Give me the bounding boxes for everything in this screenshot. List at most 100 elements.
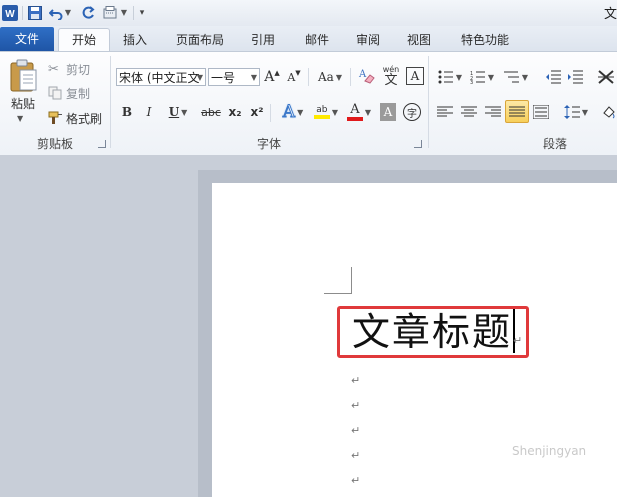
- watermark-text: Shenjingyan: [512, 444, 587, 458]
- tab-references[interactable]: 引用: [242, 30, 284, 50]
- tab-mailings[interactable]: 邮件: [296, 30, 338, 50]
- word-logo-icon[interactable]: W: [2, 4, 18, 21]
- bullets-button[interactable]: ▼: [436, 67, 464, 87]
- ribbon-home: 粘贴 ▼ ✂ 剪切 复制 格式刷 剪贴板 宋体 (中文正文 ▼ 一号 ▼ A ▲ …: [0, 51, 617, 156]
- increase-indent-icon[interactable]: [566, 67, 584, 87]
- redo-icon[interactable]: [80, 4, 96, 21]
- subscript-button[interactable]: x₂: [226, 102, 244, 122]
- font-color-button[interactable]: A ▼: [344, 101, 374, 123]
- tab-view[interactable]: 视图: [398, 30, 440, 50]
- italic-button[interactable]: I: [140, 102, 158, 122]
- qa-divider: [133, 6, 134, 20]
- character-border-button[interactable]: A: [406, 67, 424, 85]
- multilevel-list-button[interactable]: ▼: [502, 67, 530, 87]
- svg-text:3: 3: [470, 80, 473, 84]
- font-name-value: 宋体 (中文正文: [119, 71, 200, 85]
- numbering-button[interactable]: 123 ▼: [468, 67, 496, 87]
- shrink-font-icon: A: [287, 70, 296, 84]
- tab-home[interactable]: 开始: [58, 28, 110, 51]
- numbering-icon: 123: [470, 71, 485, 84]
- strikethrough-button[interactable]: abc: [198, 102, 224, 122]
- chevron-down-icon: ▼: [196, 73, 203, 82]
- undo-icon: [49, 8, 63, 20]
- shrink-font-button[interactable]: A ▼: [286, 67, 302, 87]
- paragraph-mark: ↵: [351, 374, 361, 387]
- highlighter-icon: ab: [313, 105, 330, 119]
- character-border-icon: A: [410, 69, 420, 83]
- format-painter-label: 格式刷: [66, 111, 103, 126]
- divider: [270, 104, 271, 122]
- format-painter-button[interactable]: 格式刷: [48, 109, 102, 127]
- bullets-icon: [438, 70, 453, 84]
- paste-icon[interactable]: [4, 56, 42, 96]
- paragraph-mark: ↵: [351, 474, 361, 487]
- scissors-icon: ✂: [48, 61, 59, 77]
- copy-icon: [48, 86, 64, 100]
- underline-button[interactable]: U ▼: [164, 102, 192, 122]
- paragraph-group-label: 段落: [542, 137, 567, 151]
- superscript-button[interactable]: x²: [248, 102, 266, 122]
- phonetic-guide-icon: 文: [384, 72, 398, 88]
- save-icon[interactable]: [27, 4, 43, 21]
- group-separator: [428, 56, 429, 148]
- tab-insert[interactable]: 插入: [114, 30, 156, 50]
- group-separator: [110, 56, 111, 148]
- change-case-button[interactable]: Aa ▼: [316, 67, 344, 87]
- align-center-icon[interactable]: [460, 102, 478, 122]
- decrease-indent-icon[interactable]: [544, 67, 562, 87]
- copy-button[interactable]: 复制: [48, 84, 90, 102]
- multilevel-list-icon: [503, 71, 519, 83]
- clipboard-dialog-launcher-icon[interactable]: [98, 140, 106, 148]
- tab-file[interactable]: 文件: [0, 27, 54, 51]
- line-spacing-button[interactable]: ▼: [562, 102, 590, 122]
- highlight-annotation-box: [337, 306, 529, 358]
- align-left-icon[interactable]: [436, 102, 454, 122]
- distribute-icon[interactable]: [532, 102, 550, 122]
- tab-page-layout[interactable]: 页面布局: [168, 30, 232, 50]
- qa-divider: [22, 6, 23, 20]
- paste-button[interactable]: 粘贴: [8, 95, 38, 112]
- underline-icon: U: [168, 105, 180, 119]
- text-effects-icon: A: [282, 102, 296, 123]
- tab-special-features[interactable]: 特色功能: [452, 30, 518, 50]
- font-size-dropdown[interactable]: 一号 ▼: [208, 68, 260, 86]
- clear-formatting-icon[interactable]: A: [357, 65, 377, 87]
- text-highlight-button[interactable]: ab ▼: [310, 101, 342, 123]
- paragraph-mark: ↵: [351, 399, 361, 412]
- paintbrush-icon: [48, 111, 64, 125]
- clipboard-group-label: 剪贴板: [36, 137, 73, 151]
- cut-button[interactable]: ✂ 剪切: [48, 60, 90, 78]
- justify-icon[interactable]: [505, 100, 529, 123]
- cut-label: 剪切: [66, 62, 91, 77]
- ribbon-tabs: 文件 开始 插入 页面布局 引用 邮件 审阅 视图 特色功能: [0, 26, 617, 51]
- character-shading-button[interactable]: A: [380, 103, 396, 121]
- title-bar: W ▼ ▼ ▾ 文: [0, 0, 617, 27]
- paste-dropdown-arrow-icon[interactable]: ▼: [17, 114, 23, 123]
- paragraph-shading-icon[interactable]: [601, 102, 617, 122]
- enclose-characters-icon: 字: [403, 103, 421, 121]
- phonetic-guide-button[interactable]: wén 文: [380, 64, 402, 88]
- font-group-label: 字体: [256, 137, 281, 151]
- copy-label: 复制: [66, 86, 91, 101]
- font-color-icon: A: [346, 103, 363, 121]
- print-preview-button[interactable]: ▼: [102, 4, 128, 21]
- paragraph-mark: ↵: [351, 449, 361, 462]
- text-effects-button[interactable]: A ▼: [278, 101, 308, 123]
- font-dialog-launcher-icon[interactable]: [414, 140, 422, 148]
- undo-button[interactable]: ▼: [49, 4, 71, 21]
- highlight-label: ab: [316, 105, 328, 115]
- grow-font-button[interactable]: A ▲: [264, 67, 280, 87]
- grow-font-icon: A: [264, 69, 275, 85]
- align-right-icon[interactable]: [484, 102, 502, 122]
- svg-text:A: A: [358, 69, 367, 80]
- enclose-characters-button[interactable]: 字: [402, 102, 422, 122]
- margin-corner-mark: [324, 267, 352, 294]
- customize-quick-access-button[interactable]: ▾: [137, 4, 147, 21]
- chevron-down-icon: ▼: [250, 73, 257, 82]
- tab-review[interactable]: 审阅: [347, 30, 389, 50]
- paste-label: 粘贴: [10, 97, 35, 111]
- bold-button[interactable]: B: [118, 102, 136, 122]
- font-name-dropdown[interactable]: 宋体 (中文正文 ▼: [116, 68, 206, 86]
- window-title: 文: [604, 7, 617, 22]
- chinese-layout-icon[interactable]: [597, 67, 615, 87]
